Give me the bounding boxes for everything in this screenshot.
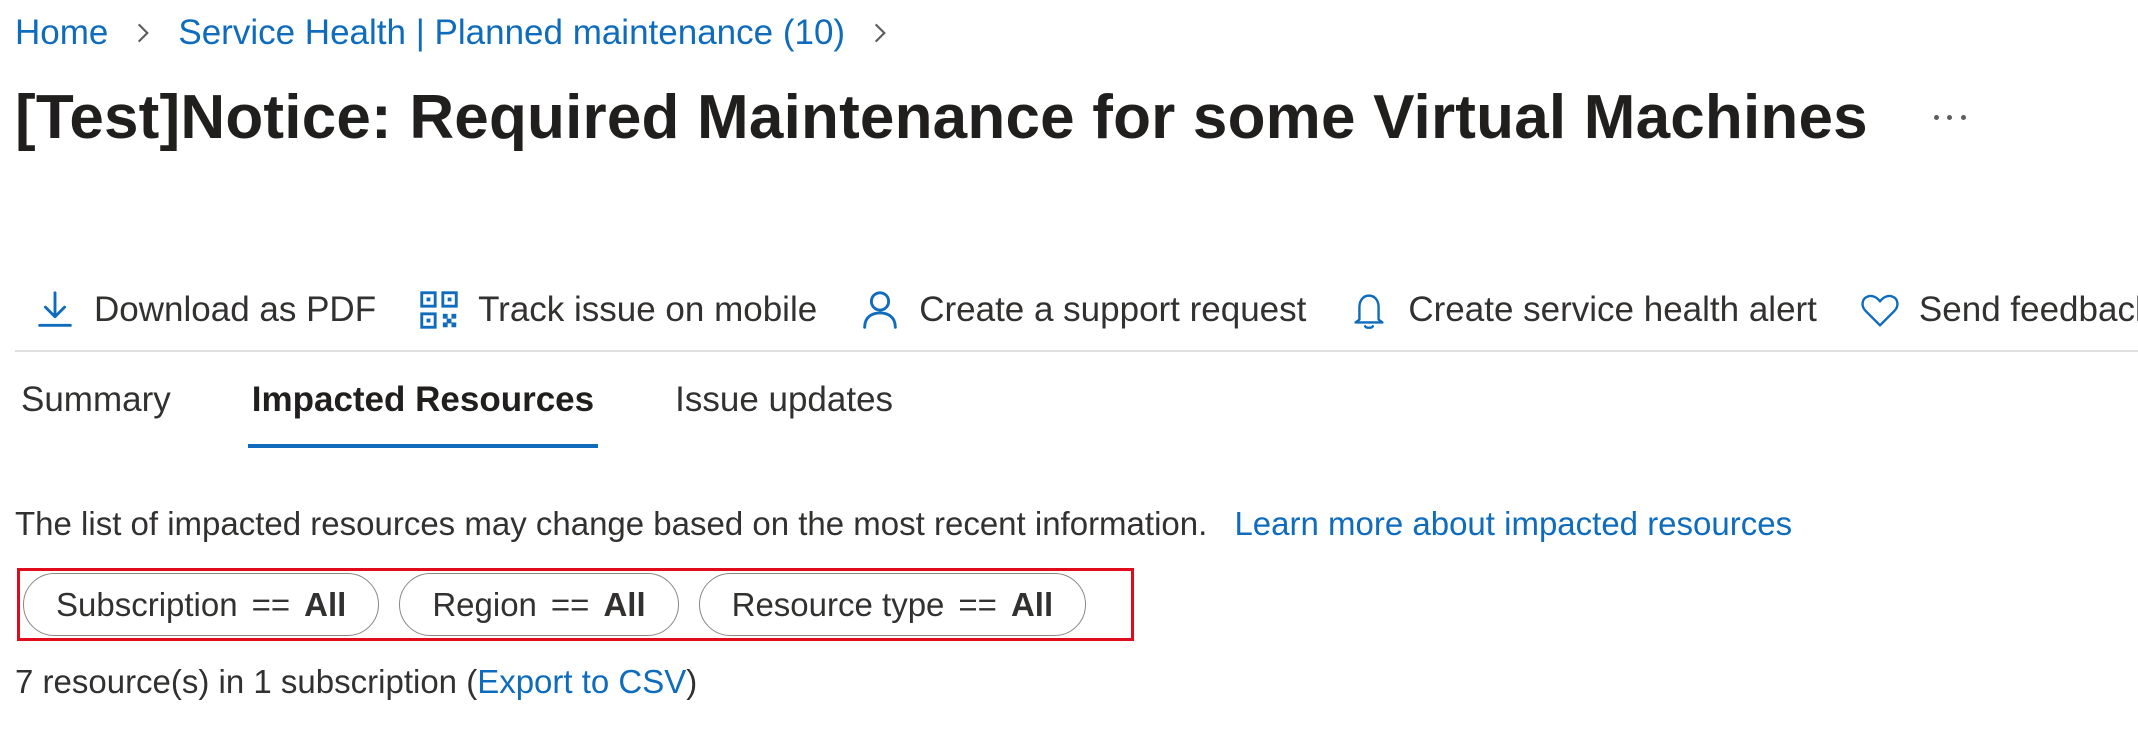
chevron-right-icon [138, 23, 150, 43]
resource-type-filter-op: == [958, 585, 997, 623]
command-bar: Download as PDF Track issue on mobile Cr… [0, 270, 2138, 350]
subscription-filter[interactable]: Subscription == All [23, 573, 380, 636]
tab-summary[interactable]: Summary [17, 370, 175, 448]
export-csv-link[interactable]: Export to CSV [477, 663, 686, 700]
bell-icon [1354, 294, 1384, 329]
health-alert-button[interactable]: Create service health alert [1346, 287, 1817, 333]
download-pdf-button[interactable]: Download as PDF [32, 287, 376, 333]
heart-icon [1861, 294, 1899, 327]
resource-type-filter[interactable]: Resource type == All [698, 573, 1087, 636]
breadcrumb-service-health-link[interactable]: Service Health | Planned maintenance (10… [178, 10, 845, 56]
resource-type-filter-label: Resource type [731, 585, 945, 623]
subscription-filter-value: All [304, 585, 347, 623]
tab-impacted-resources[interactable]: Impacted Resources [247, 370, 599, 448]
region-filter-value: All [603, 585, 646, 623]
resource-count: 7 resource(s) in 1 subscription (Export … [15, 663, 697, 701]
title-row: [Test]Notice: Required Maintenance for s… [15, 82, 1970, 153]
download-pdf-label: Download as PDF [94, 290, 377, 329]
region-filter-op: == [550, 585, 590, 623]
tab-list: Summary Impacted Resources Issue updates [0, 370, 953, 450]
more-dot-icon [1947, 115, 1953, 120]
subscription-filter-op: == [251, 585, 291, 623]
qr-code-icon [420, 291, 458, 329]
region-filter[interactable]: Region == All [399, 573, 679, 636]
impacted-info: The list of impacted resources may chang… [15, 505, 1792, 543]
impacted-info-text: The list of impacted resources may chang… [15, 505, 1208, 542]
learn-more-link[interactable]: Learn more about impacted resources [1234, 505, 1792, 542]
send-feedback-button[interactable]: Send feedback [1857, 287, 2138, 333]
page: Home Service Health | Planned maintenanc… [0, 0, 2138, 732]
breadcrumb: Home Service Health | Planned maintenanc… [15, 10, 915, 56]
support-request-label: Create a support request [919, 290, 1307, 329]
person-icon [863, 291, 897, 329]
resource-count-text: 7 resource(s) in 1 subscription ( [15, 663, 478, 700]
resource-type-filter-value: All [1010, 585, 1054, 623]
region-filter-label: Region [432, 585, 537, 623]
breadcrumb-home-link[interactable]: Home [15, 10, 108, 56]
health-alert-label: Create service health alert [1408, 290, 1817, 329]
chevron-right-icon [874, 23, 886, 43]
download-icon [38, 291, 72, 327]
more-dot-icon [1960, 115, 1966, 120]
track-mobile-label: Track issue on mobile [478, 290, 818, 329]
track-mobile-button[interactable]: Track issue on mobile [416, 287, 817, 333]
send-feedback-label: Send feedback [1918, 290, 2138, 329]
support-request-button[interactable]: Create a support request [857, 287, 1306, 333]
page-title: [Test]Notice: Required Maintenance for s… [15, 83, 1868, 152]
command-bar-divider [15, 350, 2138, 352]
subscription-filter-label: Subscription [56, 585, 238, 623]
filters-highlight: Subscription == All Region == All Resour… [17, 568, 1134, 641]
more-dot-icon [1933, 115, 1939, 120]
tab-issue-updates[interactable]: Issue updates [671, 370, 897, 448]
more-options-button[interactable] [1930, 98, 1970, 138]
resource-count-close: ) [686, 663, 698, 700]
